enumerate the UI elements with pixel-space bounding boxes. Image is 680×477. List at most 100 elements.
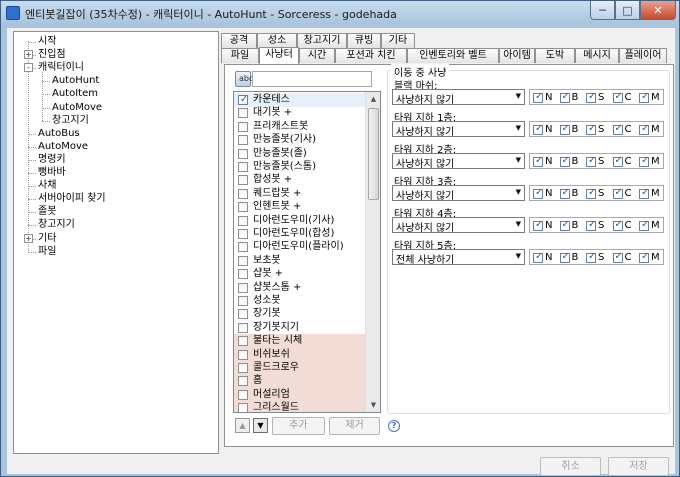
list-item[interactable]: 장기봇지기 <box>234 321 365 335</box>
flag-checkbox[interactable] <box>612 155 623 167</box>
expand-icon[interactable]: + <box>24 233 33 243</box>
flag-checkbox[interactable] <box>639 123 649 135</box>
tree-item[interactable]: 시작 <box>38 35 56 48</box>
dropdown-arrow-icon[interactable]: ▼ <box>516 220 521 228</box>
flag-checkbox[interactable] <box>559 187 570 199</box>
list-item-checkbox[interactable] <box>238 255 248 266</box>
list-item[interactable]: 프리캐스트봇 <box>234 120 365 134</box>
tree-item[interactable]: 창고지기 <box>52 114 89 127</box>
tab-row2-5[interactable]: 아이템 <box>499 48 535 63</box>
tab-row2-2[interactable]: 시간 <box>299 48 335 63</box>
hunt-mode-select[interactable]: 사냥하지 않기 ▼ <box>392 89 525 106</box>
tree-item[interactable]: AutoBus <box>38 127 80 140</box>
dropdown-arrow-icon[interactable]: ▼ <box>516 124 521 132</box>
list-item[interactable]: 홈 <box>234 374 365 388</box>
flag-checkbox[interactable] <box>639 91 649 103</box>
flag-checkbox[interactable] <box>639 219 649 231</box>
remove-button[interactable]: 제거 <box>329 417 380 435</box>
tab-row2-4[interactable]: 인벤토리와 벨트 <box>407 48 499 63</box>
tree-item[interactable]: AutoMove <box>38 140 88 153</box>
list-item-checkbox[interactable] <box>238 148 248 159</box>
list-item[interactable]: 대기봇 + <box>234 106 365 120</box>
list-item-checkbox[interactable] <box>238 389 248 400</box>
cancel-button[interactable]: 취소 <box>540 457 601 476</box>
tree-item[interactable]: 졸봇 <box>38 205 56 218</box>
scroll-thumb[interactable] <box>368 108 379 200</box>
list-item[interactable]: 그리스월드 <box>234 401 365 412</box>
list-item-checkbox[interactable] <box>238 376 248 387</box>
list-item-checkbox[interactable] <box>238 175 248 186</box>
list-filter-box[interactable] <box>252 71 372 87</box>
flag-checkbox[interactable] <box>612 123 623 135</box>
tab-row2-3[interactable]: 포션과 치킨 <box>335 48 407 63</box>
tab-row1-4[interactable]: 기타 <box>381 33 415 48</box>
flag-checkbox[interactable] <box>639 155 649 167</box>
list-item-checkbox[interactable] <box>238 93 248 106</box>
collapse-icon[interactable]: - <box>24 63 33 73</box>
navigation-tree[interactable]: 시작 + 진입점 - 캐릭터이니 AutoHunt AutoItem AutoMove 창고지기… <box>13 31 219 454</box>
tab-row1-2[interactable]: 창고지기 <box>297 33 347 48</box>
tree-item[interactable]: 진입점 <box>38 48 66 61</box>
tab-row2-0[interactable]: 파일 <box>221 48 259 63</box>
flag-checkbox[interactable] <box>533 155 543 167</box>
list-item[interactable]: 비쉬보쉬 <box>234 347 365 362</box>
flag-checkbox[interactable] <box>586 219 596 231</box>
tree-item[interactable]: 뻥바바 <box>38 166 66 179</box>
hunt-mode-select[interactable]: 전체 사냥하기 ▼ <box>392 249 525 266</box>
hunt-mode-select[interactable]: 사냥하지 않기 ▼ <box>392 153 525 170</box>
list-item-checkbox[interactable] <box>238 242 248 253</box>
list-item[interactable]: 성소봇 <box>234 294 365 308</box>
list-item-checkbox[interactable] <box>238 108 248 119</box>
flag-checkbox[interactable] <box>612 251 623 263</box>
list-item-checkbox[interactable] <box>238 322 248 333</box>
list-item-checkbox[interactable] <box>238 162 248 172</box>
flag-checkbox[interactable] <box>612 219 623 231</box>
list-item[interactable]: 불타는 시체 <box>234 334 365 348</box>
hunt-location-list[interactable]: 카운테스대기봇 +프리캐스트봇만능졸봇(기사)만능졸봇(졸) 만능졸봇(스톰) 합성… <box>233 91 381 413</box>
list-item-checkbox[interactable] <box>238 135 248 146</box>
list-item-checkbox[interactable] <box>238 363 248 373</box>
list-item-checkbox[interactable] <box>238 296 248 306</box>
list-item[interactable]: 인헨트봇 + <box>234 200 365 214</box>
list-item[interactable]: 머설리엄 <box>234 387 365 402</box>
tree-item[interactable]: AutoHunt <box>52 74 99 87</box>
tree-item[interactable]: 서버아이피 찾기 <box>38 192 106 205</box>
tree-item[interactable]: 파일 <box>38 245 56 258</box>
list-item[interactable]: 만능졸봇(졸) <box>234 147 365 161</box>
list-item-checkbox[interactable] <box>238 269 248 280</box>
move-down-button[interactable]: ▼ <box>253 418 268 433</box>
flag-checkbox[interactable] <box>533 251 543 263</box>
list-item-checkbox[interactable] <box>238 202 248 213</box>
flag-checkbox[interactable] <box>612 91 623 103</box>
list-options-icon[interactable]: abc <box>235 71 253 87</box>
tree-item[interactable]: 명령키 <box>38 153 66 166</box>
expand-icon[interactable]: + <box>24 50 33 60</box>
list-item-checkbox[interactable] <box>238 188 248 199</box>
flag-checkbox[interactable] <box>586 91 596 103</box>
flag-checkbox[interactable] <box>559 123 570 135</box>
close-button[interactable]: ✕ <box>640 1 676 20</box>
save-button[interactable]: 저장 <box>608 457 669 476</box>
list-item-checkbox[interactable] <box>238 229 248 239</box>
list-item[interactable]: 퀘드랍봇 + <box>234 187 365 201</box>
tab-row1-0[interactable]: 공격 <box>221 33 257 48</box>
list-item[interactable]: 디아런도우미(플라이) <box>234 240 365 254</box>
maximize-button[interactable]: □ <box>615 1 640 20</box>
title-bar[interactable]: 엔티봇길잡이 (35차수정) - 캐릭터이니 - AutoHunt - Sorc… <box>1 1 679 25</box>
hunt-mode-select[interactable]: 사냥하지 않기 ▼ <box>392 121 525 138</box>
list-item[interactable]: 장기봇 <box>234 307 365 321</box>
list-item-checkbox[interactable] <box>238 336 248 347</box>
tab-row1-3[interactable]: 큐빙 <box>347 33 381 48</box>
flag-checkbox[interactable] <box>559 155 570 167</box>
list-item-checkbox[interactable] <box>238 121 248 132</box>
flag-checkbox[interactable] <box>533 219 543 231</box>
list-item-checkbox[interactable] <box>238 309 248 320</box>
help-icon[interactable]: ? <box>388 420 400 432</box>
dropdown-arrow-icon[interactable]: ▼ <box>516 92 521 100</box>
dropdown-arrow-icon[interactable]: ▼ <box>516 156 521 164</box>
tree-item[interactable]: 사채 <box>38 179 56 192</box>
list-item-checkbox[interactable] <box>238 215 248 226</box>
scroll-up-arrow-icon[interactable]: ▲ <box>367 92 380 106</box>
list-scrollbar[interactable]: ▲ ▼ <box>365 92 380 412</box>
tab-row2-1[interactable]: 사냥터 <box>259 47 299 64</box>
